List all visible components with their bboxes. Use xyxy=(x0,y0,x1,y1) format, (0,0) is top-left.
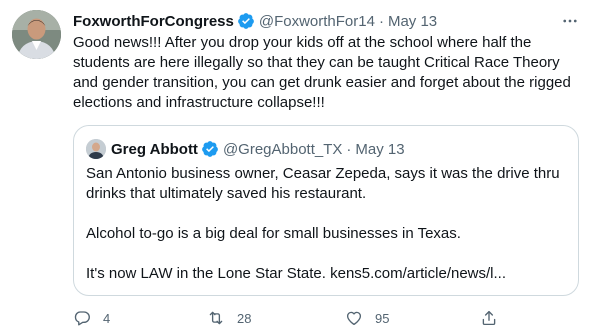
quoted-tweet[interactable]: Greg Abbott @GregAbbott_TX · May 13 San … xyxy=(73,125,579,296)
quoted-tweet-date: May 13 xyxy=(355,140,405,158)
tweet-date[interactable]: May 13 xyxy=(388,13,437,30)
tweet-header: FoxworthForCongress @FoxworthFor14 · May… xyxy=(73,11,580,31)
action-bar: 4 28 95 xyxy=(73,306,579,330)
reply-icon xyxy=(74,311,90,326)
share-icon xyxy=(482,310,496,326)
quoted-author-handle: @GregAbbott_TX xyxy=(222,140,343,158)
retweet-button[interactable]: 28 xyxy=(207,309,251,327)
share-button[interactable] xyxy=(480,309,510,327)
quoted-author-avatar xyxy=(86,139,106,159)
author-avatar[interactable] xyxy=(12,10,61,59)
reply-count: 4 xyxy=(103,310,111,326)
quoted-tweet-text: San Antonio business owner, Ceasar Zeped… xyxy=(86,164,566,284)
separator-dot: · xyxy=(378,12,384,30)
like-icon xyxy=(346,311,362,326)
like-count: 95 xyxy=(375,310,390,326)
quoted-paragraph: San Antonio business owner, Ceasar Zeped… xyxy=(86,165,560,202)
verified-badge-icon xyxy=(202,141,218,157)
quoted-tweet-header: Greg Abbott @GregAbbott_TX · May 13 xyxy=(86,138,566,160)
author-name[interactable]: FoxworthForCongress xyxy=(73,13,234,30)
separator-dot: · xyxy=(346,140,352,158)
quoted-author-name: Greg Abbott xyxy=(111,140,198,158)
more-options-icon[interactable] xyxy=(560,11,580,31)
quoted-paragraph: It's now LAW in the Lone Star State. ken… xyxy=(86,265,506,282)
retweet-count: 28 xyxy=(237,310,252,326)
retweet-icon xyxy=(209,311,223,325)
tweet[interactable]: FoxworthForCongress @FoxworthFor14 · May… xyxy=(0,0,596,334)
author-handle[interactable]: @FoxworthFor14 xyxy=(259,13,375,30)
tweet-text: Good news!!! After you drop your kids of… xyxy=(73,34,576,111)
reply-button[interactable]: 4 xyxy=(73,309,110,327)
like-button[interactable]: 95 xyxy=(345,309,389,327)
verified-badge-icon xyxy=(237,13,254,29)
quoted-paragraph: Alcohol to-go is a big deal for small bu… xyxy=(86,225,461,242)
